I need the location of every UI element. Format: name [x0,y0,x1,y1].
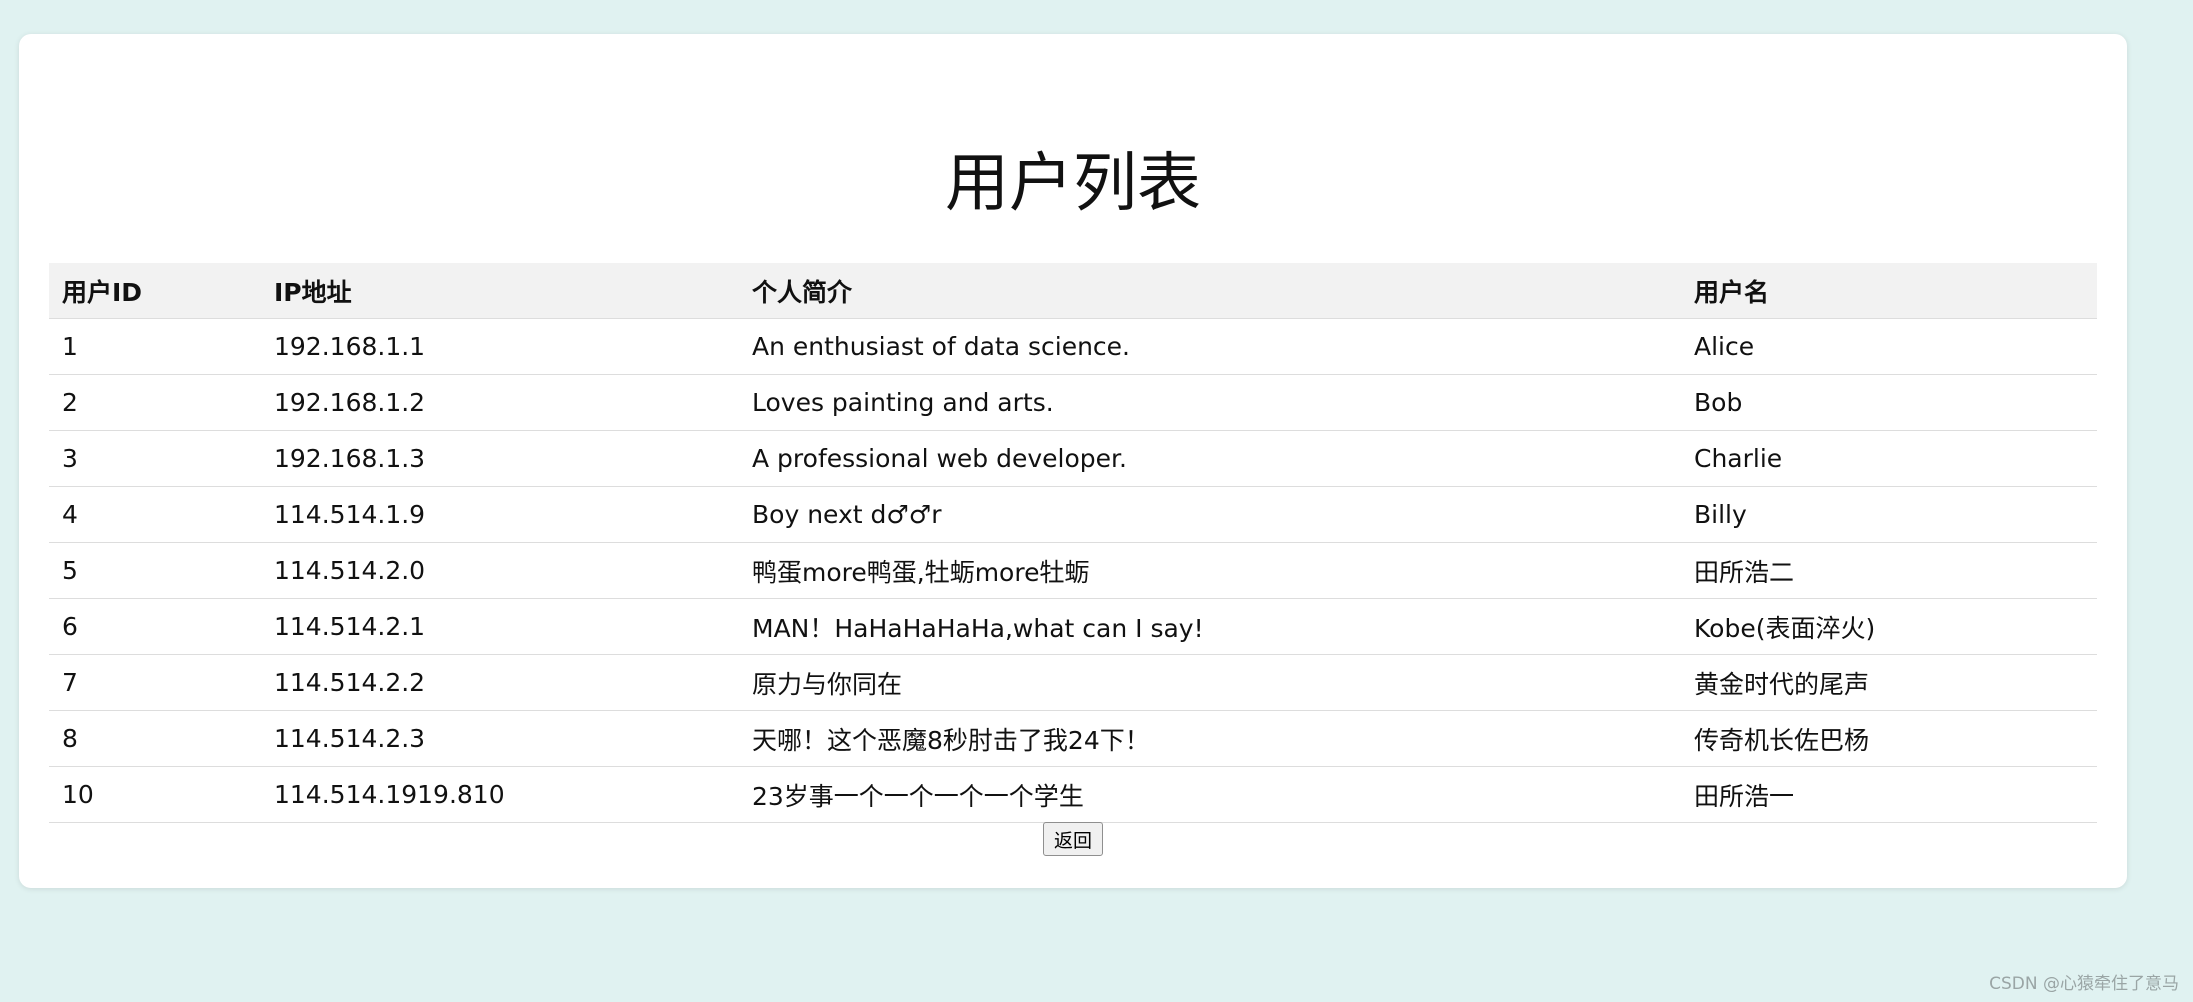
cell-user-id: 2 [49,374,261,431]
table-row: 1 192.168.1.1 An enthusiast of data scie… [49,318,2097,375]
cell-username: Billy [1681,486,2097,543]
cell-username: Bob [1681,374,2097,431]
table-row: 10 114.514.1919.810 23岁事一个一个一个一个学生 田所浩一 [49,766,2097,823]
cell-ip-address: 192.168.1.1 [261,318,739,375]
cell-username: 田所浩一 [1681,766,2097,823]
cell-ip-address: 114.514.2.0 [261,542,739,599]
cell-username: Kobe(表面淬火) [1681,598,2097,655]
header-username: 用户名 [1681,263,2097,319]
cell-bio: 原力与你同在 [739,654,1681,711]
cell-user-id: 5 [49,542,261,599]
table-header: 用户ID IP地址 个人简介 用户名 [49,263,2097,319]
table-header-row: 用户ID IP地址 个人简介 用户名 [49,263,2097,319]
table-row: 8 114.514.2.3 天哪！这个恶魔8秒肘击了我24下！ 传奇机长佐巴杨 [49,710,2097,767]
cell-username: Charlie [1681,430,2097,487]
table-body: 1 192.168.1.1 An enthusiast of data scie… [49,318,2097,823]
header-ip-address: IP地址 [261,263,739,319]
cell-user-id: 6 [49,598,261,655]
cell-bio: 鸭蛋more鸭蛋,牡蛎more牡蛎 [739,542,1681,599]
cell-ip-address: 114.514.1919.810 [261,766,739,823]
cell-user-id: 1 [49,318,261,375]
cell-ip-address: 114.514.2.2 [261,654,739,711]
cell-user-id: 4 [49,486,261,543]
cell-bio: MAN！HaHaHaHaHa,what can I say! [739,598,1681,655]
cell-ip-address: 114.514.1.9 [261,486,739,543]
user-table: 用户ID IP地址 个人简介 用户名 1 192.168.1.1 An enth… [49,263,2097,823]
cell-username: 黄金时代的尾声 [1681,654,2097,711]
csdn-watermark: CSDN @心猿牵住了意马 [1989,974,2179,994]
cell-bio: 天哪！这个恶魔8秒肘击了我24下！ [739,710,1681,767]
table-row: 6 114.514.2.1 MAN！HaHaHaHaHa,what can I … [49,598,2097,655]
cell-bio: 23岁事一个一个一个一个学生 [739,766,1681,823]
table-row: 3 192.168.1.3 A professional web develop… [49,430,2097,487]
cell-user-id: 7 [49,654,261,711]
back-button[interactable]: 返回 [1042,822,1103,856]
cell-user-id: 8 [49,710,261,767]
header-bio: 个人简介 [739,263,1681,319]
cell-username: Alice [1681,318,2097,375]
table-row: 5 114.514.2.0 鸭蛋more鸭蛋,牡蛎more牡蛎 田所浩二 [49,542,2097,599]
cell-bio: An enthusiast of data science. [739,318,1681,375]
back-button-wrap: 返回 [19,822,2127,856]
header-user-id: 用户ID [49,263,261,319]
cell-ip-address: 192.168.1.2 [261,374,739,431]
table-row: 2 192.168.1.2 Loves painting and arts. B… [49,374,2097,431]
user-list-card: 用户列表 用户ID IP地址 个人简介 用户名 1 192.168.1.1 An… [19,34,2127,888]
cell-bio: Boy next d♂♂r [739,486,1681,543]
cell-user-id: 10 [49,766,261,823]
cell-user-id: 3 [49,430,261,487]
cell-ip-address: 114.514.2.3 [261,710,739,767]
table-row: 7 114.514.2.2 原力与你同在 黄金时代的尾声 [49,654,2097,711]
cell-bio: A professional web developer. [739,430,1681,487]
cell-username: 传奇机长佐巴杨 [1681,710,2097,767]
cell-username: 田所浩二 [1681,542,2097,599]
cell-ip-address: 114.514.2.1 [261,598,739,655]
cell-ip-address: 192.168.1.3 [261,430,739,487]
table-row: 4 114.514.1.9 Boy next d♂♂r Billy [49,486,2097,543]
page-title: 用户列表 [945,147,1201,221]
cell-bio: Loves painting and arts. [739,374,1681,431]
